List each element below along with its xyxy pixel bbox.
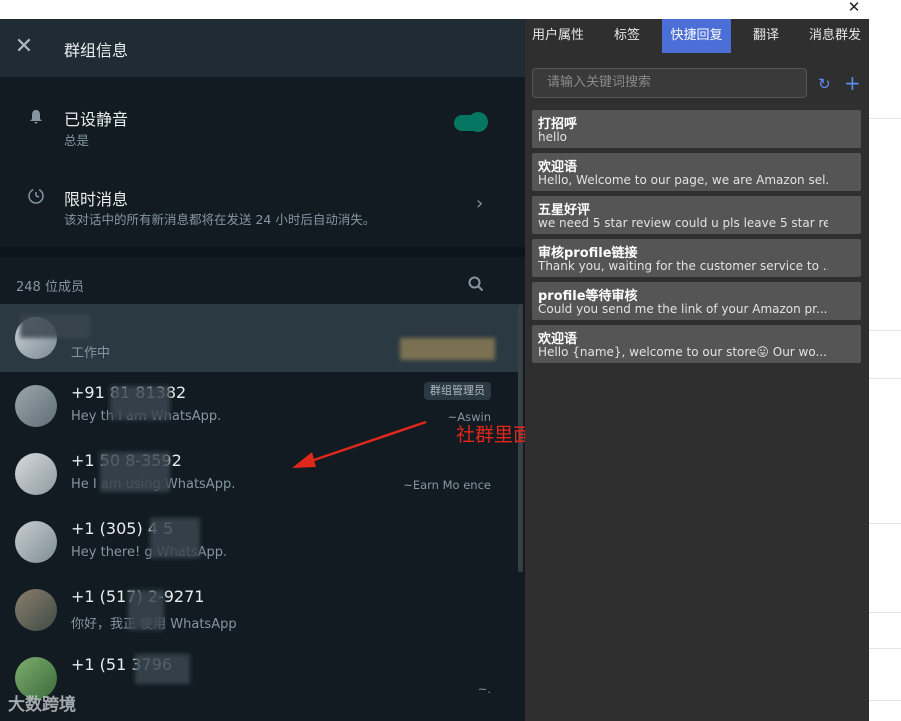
chevron-right-icon: › — [476, 193, 484, 214]
annotation-arrow — [292, 420, 427, 468]
quick-reply-item[interactable]: profile等待审核 Could you send me the link o… — [532, 282, 861, 320]
member-row[interactable]: +91 81 81382 群组管理员 Hey th I am WhatsApp.… — [0, 372, 518, 440]
add-icon[interactable]: + — [844, 71, 861, 95]
quick-reply-body: Thank you, waiting for the customer serv… — [538, 259, 828, 273]
tab-translate[interactable]: 翻译 — [733, 19, 799, 53]
quick-reply-item[interactable]: 欢迎语 Hello {name}, welcome to our store😛 … — [532, 325, 861, 363]
tab-tags[interactable]: 标签 — [595, 19, 659, 53]
window-title-bar: ✕ — [0, 0, 870, 19]
quick-reply-item[interactable]: 五星好评 we need 5 star review could u pls l… — [532, 196, 861, 234]
member-row[interactable]: +1 (517) 2-9271 你好，我正 使用 WhatsApp — [0, 576, 518, 644]
search-input[interactable]: 请输入关键词搜索 — [532, 68, 807, 98]
member-status: 工作中 — [71, 346, 111, 361]
avatar — [15, 385, 57, 427]
redaction-blur — [135, 654, 190, 684]
member-row[interactable]: +1 (51 3796 ~. — [0, 644, 518, 712]
watermark-logo: 大数跨境 — [8, 695, 76, 715]
quick-reply-item[interactable]: 欢迎语 Hello, Welcome to our page, we are A… — [532, 153, 861, 191]
window-close-icon[interactable]: ✕ — [845, 0, 863, 16]
redaction-blur — [400, 338, 495, 360]
section-divider — [0, 247, 525, 257]
timer-icon — [26, 187, 46, 207]
group-info-panel: ✕ 群组信息 已设静音 总是 限时消息 该对话中的所有新消息都将在发送 24 小… — [0, 19, 525, 721]
background-divider — [869, 330, 901, 331]
avatar — [15, 589, 57, 631]
avatar — [15, 453, 57, 495]
refresh-icon[interactable]: ↻ — [818, 75, 831, 93]
members-count: 248 位成员 — [16, 280, 84, 295]
toggle-knob — [468, 112, 488, 132]
quick-reply-body: we need 5 star review could u pls leave … — [538, 216, 828, 230]
member-row[interactable]: +1 50 8-3592 He I am using WhatsApp. ~Ea… — [0, 440, 518, 508]
disappearing-subtitle: 该对话中的所有新消息都将在发送 24 小时后自动消失。 — [64, 212, 376, 227]
quick-reply-body: Hello, Welcome to our page, we are Amazo… — [538, 173, 828, 187]
quick-reply-body: hello — [538, 130, 567, 144]
tab-bar: 用户属性 标签 快捷回复 翻译 消息群发 — [525, 19, 869, 53]
quick-reply-body: Hello {name}, welcome to our store😛 Our … — [538, 345, 827, 359]
avatar — [15, 521, 57, 563]
background-divider — [869, 523, 901, 524]
mute-title: 已设静音 — [64, 110, 129, 129]
close-icon[interactable]: ✕ — [13, 36, 35, 58]
tab-quick-reply[interactable]: 快捷回复 — [662, 19, 731, 53]
member-alias: ~. — [477, 682, 491, 696]
tab-broadcast[interactable]: 消息群发 — [801, 19, 869, 53]
background-divider — [869, 700, 901, 701]
bell-icon — [26, 109, 46, 129]
mute-toggle[interactable] — [454, 112, 488, 132]
redaction-blur — [150, 518, 200, 558]
search-icon[interactable] — [467, 275, 485, 293]
background-divider — [869, 612, 901, 613]
member-row[interactable]: +1 (305) 4 5 Hey there! g WhatsApp. — [0, 508, 518, 576]
member-row[interactable]: 工作中 — [0, 304, 518, 372]
redaction-blur — [100, 452, 170, 492]
redaction-blur — [128, 590, 164, 630]
mute-setting-row[interactable]: 已设静音 总是 — [0, 87, 525, 163]
disappearing-messages-row[interactable]: 限时消息 该对话中的所有新消息都将在发送 24 小时后自动消失。 › — [0, 169, 525, 245]
quick-reply-item[interactable]: 打招呼 hello — [532, 110, 861, 148]
admin-badge: 群组管理员 — [424, 382, 491, 400]
quick-reply-body: Could you send me the link of your Amazo… — [538, 302, 828, 316]
group-info-header: ✕ 群组信息 — [0, 19, 525, 77]
redaction-blur — [20, 314, 90, 338]
background-divider — [869, 648, 901, 649]
background-divider — [869, 378, 901, 379]
disappearing-title: 限时消息 — [64, 190, 129, 209]
redaction-blur — [110, 386, 170, 420]
page-title: 群组信息 — [64, 41, 129, 60]
tab-user-attributes[interactable]: 用户属性 — [525, 19, 591, 53]
mute-subtitle: 总是 — [64, 133, 90, 148]
member-alias: ~Earn Mo ence — [403, 478, 491, 492]
quick-reply-panel: 用户属性 标签 快捷回复 翻译 消息群发 请输入关键词搜索 ↻ + 打招呼 he… — [525, 19, 869, 721]
background-divider — [869, 118, 901, 119]
quick-reply-item[interactable]: 审核profile链接 Thank you, waiting for the c… — [532, 239, 861, 277]
